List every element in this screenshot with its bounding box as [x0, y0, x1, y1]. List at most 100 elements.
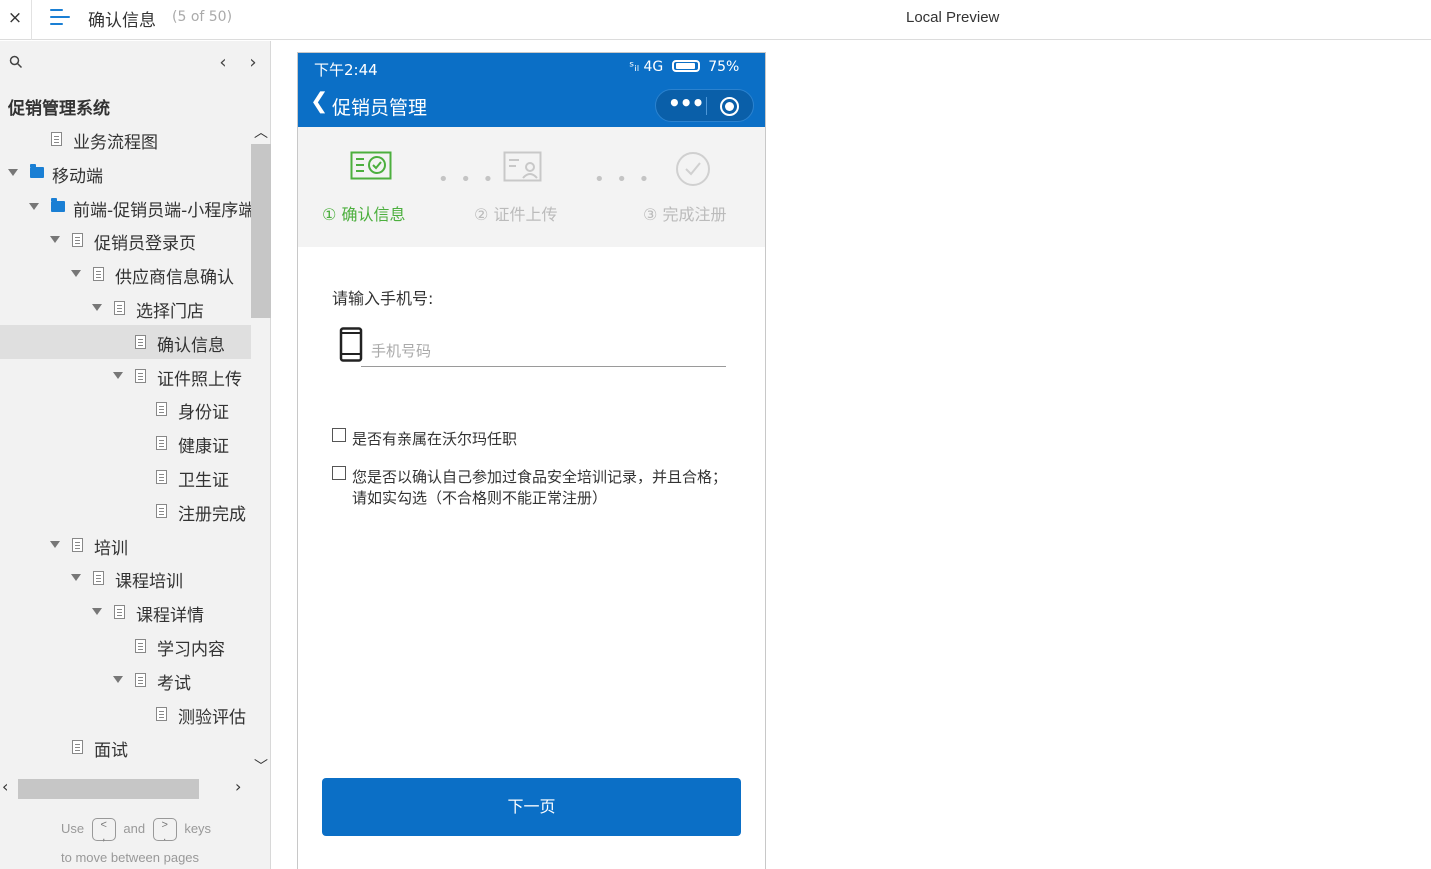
- page-icon: [135, 672, 146, 687]
- expand-arrow-icon[interactable]: [71, 574, 81, 582]
- tree-item[interactable]: 供应商信息确认: [0, 257, 251, 291]
- prev-key-icon: <,: [91, 818, 116, 843]
- tree-item[interactable]: 课程培训: [0, 561, 251, 595]
- phone-status-bar: 下午2:44 ˢᵢₗ 4G 75%: [298, 53, 765, 83]
- status-indicators: ˢᵢₗ 4G 75%: [629, 59, 739, 75]
- tree-item[interactable]: 学习内容: [0, 629, 251, 663]
- more-options-icon[interactable]: •••: [668, 91, 704, 115]
- page-icon: [135, 639, 146, 653]
- hint-line2: to move between pages: [61, 850, 200, 865]
- battery-percent: 75%: [708, 59, 740, 75]
- page-title: 确认信息: [88, 11, 156, 31]
- food-safety-checkbox[interactable]: [332, 466, 346, 480]
- horizontal-scroll-thumb[interactable]: [18, 779, 199, 799]
- tree-item-label: 健康证: [178, 437, 229, 458]
- phone-nav-bar: ❮ 促销员管理 •••: [298, 83, 765, 127]
- tree-item[interactable]: 测验评估: [0, 697, 251, 731]
- page-icon: [156, 706, 167, 721]
- tree-item-label: 课程培训: [115, 572, 183, 593]
- tree-horizontal-scrollbar[interactable]: ‹ ›: [0, 777, 251, 799]
- tree-item[interactable]: 前端-促销员端-小程序端: [0, 190, 251, 224]
- tree-item[interactable]: 考试: [0, 663, 251, 697]
- expand-arrow-icon[interactable]: [113, 371, 123, 379]
- tree-vertical-scrollbar[interactable]: ︿ ﹀: [251, 122, 271, 778]
- tree-item-label: 考试: [157, 673, 191, 694]
- battery-icon: [671, 60, 700, 72]
- page-icon: [114, 605, 125, 620]
- tree-item-label: 供应商信息确认: [115, 268, 234, 289]
- tree-item[interactable]: 健康证: [0, 426, 251, 460]
- completion-check-icon: [676, 152, 710, 186]
- expand-arrow-icon[interactable]: [50, 540, 60, 548]
- page-icon: [114, 301, 125, 315]
- expand-arrow-icon[interactable]: [50, 236, 60, 244]
- signal-icon: ˢᵢₗ: [629, 59, 640, 75]
- expand-arrow-icon[interactable]: [92, 608, 102, 616]
- step-2-text: 证件上传: [493, 205, 558, 224]
- search-icon[interactable]: [9, 55, 23, 69]
- tree-item[interactable]: 入职: [0, 764, 251, 772]
- next-key-icon: >.: [152, 818, 177, 843]
- scroll-down-icon[interactable]: ﹀: [253, 756, 269, 776]
- expand-arrow-icon[interactable]: [8, 168, 18, 176]
- tree-item-label: 课程详情: [136, 606, 204, 627]
- sitemap-tree: 业务流程图 移动端 前端-促销员端-小程序端促销员登录页供应商信息确认选择门店确认信…: [0, 122, 251, 772]
- tree-item-label: 促销员登录页: [94, 234, 196, 255]
- scroll-left-icon[interactable]: ‹: [2, 777, 8, 796]
- tree-item[interactable]: 证件照上传: [0, 359, 251, 393]
- close-miniprogram-icon[interactable]: [720, 97, 739, 116]
- scroll-up-icon[interactable]: ︿: [253, 122, 269, 142]
- tree-item[interactable]: 业务流程图: [0, 122, 251, 156]
- tree-item-label: 确认信息: [157, 335, 225, 356]
- project-title: 促销管理系统: [8, 99, 110, 119]
- tree-item[interactable]: 卫生证: [0, 460, 251, 494]
- tree-item[interactable]: 移动端: [0, 156, 251, 190]
- sitemap-menu-icon[interactable]: [50, 8, 72, 28]
- page-icon: [135, 368, 146, 383]
- step-1-text: 确认信息: [341, 205, 406, 224]
- next-page-button[interactable]: 下一页: [322, 778, 741, 836]
- hint-keys: keys: [184, 820, 212, 836]
- tree-item[interactable]: 身份证: [0, 392, 251, 426]
- phone-number-input[interactable]: [361, 336, 726, 367]
- step-2-number: ②: [474, 205, 489, 224]
- expand-arrow-icon[interactable]: [29, 202, 39, 210]
- tree-item-label: 入职: [94, 770, 128, 772]
- step-connector: • • •: [594, 169, 653, 190]
- tree-item-label: 身份证: [178, 403, 229, 424]
- relative-checkbox[interactable]: [332, 428, 346, 442]
- toolbar-divider: [31, 0, 32, 40]
- miniprogram-capsule: •••: [655, 89, 754, 122]
- back-arrow-icon[interactable]: ❮: [310, 89, 328, 114]
- registration-steps: • • • • • • ① 确认信息 ② 证件上传 ③ 完成注册: [298, 127, 765, 247]
- tree-item[interactable]: 课程详情: [0, 595, 251, 629]
- tree-item-label: 注册完成: [178, 504, 246, 525]
- scroll-right-icon[interactable]: ›: [235, 777, 241, 796]
- tree-item[interactable]: 注册完成: [0, 494, 251, 528]
- expand-arrow-icon[interactable]: [71, 270, 81, 278]
- status-time: 下午2:44: [314, 61, 378, 79]
- tree-item[interactable]: 确认信息: [0, 324, 251, 359]
- tree-item-label: 卫生证: [178, 471, 229, 491]
- tree-item[interactable]: 面试: [0, 730, 251, 764]
- tree-item-label: 选择门店: [136, 302, 204, 322]
- tree-item-label: 培训: [94, 538, 128, 559]
- page-icon: [93, 267, 104, 282]
- page-icon: [156, 402, 167, 417]
- step-2-label: ② 证件上传: [474, 201, 557, 225]
- hint-and: and: [123, 820, 146, 836]
- vertical-scroll-thumb[interactable]: [251, 144, 271, 318]
- tree-item-label: 面试: [94, 741, 128, 762]
- close-button[interactable]: ×: [0, 0, 30, 36]
- expand-arrow-icon[interactable]: [92, 304, 102, 311]
- relative-checkbox-label: 是否有亲属在沃尔玛任职: [352, 430, 518, 448]
- previous-page-button[interactable]: ‹: [215, 52, 231, 73]
- tree-item[interactable]: 选择门店: [0, 291, 251, 325]
- nav-title: 促销员管理: [332, 97, 428, 119]
- next-page-button[interactable]: ›: [245, 52, 261, 73]
- step-1-number: ①: [322, 205, 337, 224]
- food-safety-checkbox-label: 您是否以确认自己参加过食品安全培训记录，并且合格；请如实勾选（不合格则不能正常注…: [352, 468, 728, 507]
- tree-item[interactable]: 培训: [0, 528, 251, 562]
- tree-item[interactable]: 促销员登录页: [0, 223, 251, 257]
- expand-arrow-icon[interactable]: [113, 675, 123, 683]
